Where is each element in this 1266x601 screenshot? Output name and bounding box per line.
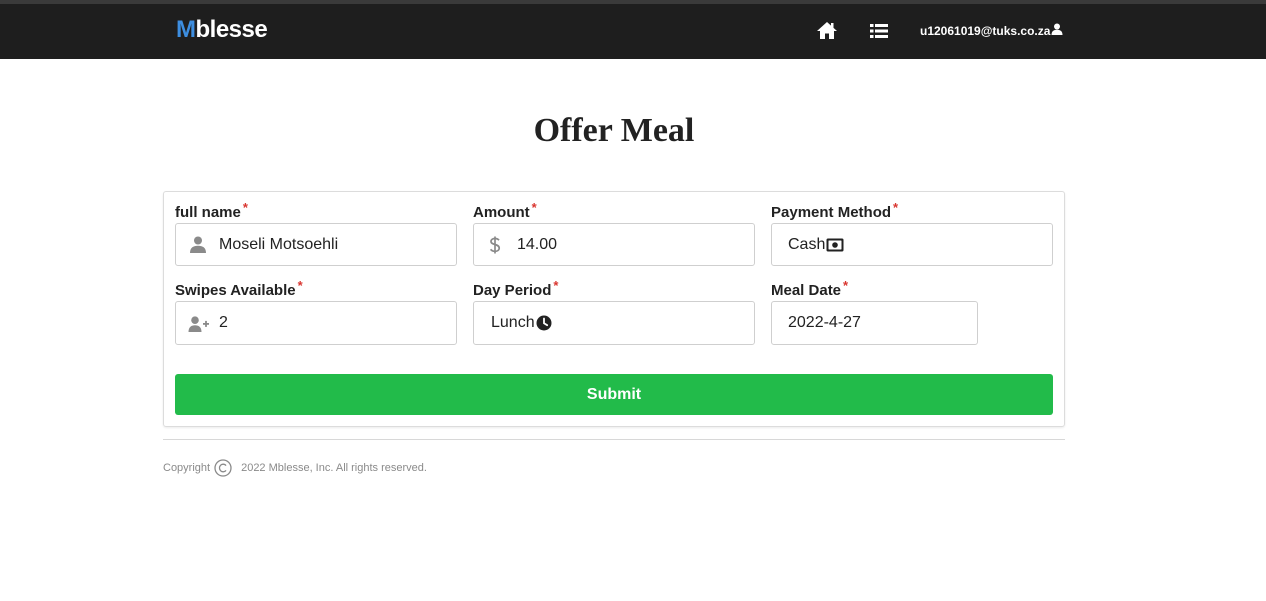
swipes-available-label-text: Swipes Available (175, 282, 296, 299)
copyright-label: Copyright (163, 462, 211, 474)
user-icon (189, 236, 207, 253)
clock-icon (536, 315, 552, 331)
amount-value: 14.00 (517, 235, 558, 253)
dollar-icon (489, 236, 501, 254)
required-marker: * (893, 200, 899, 215)
required-marker: * (553, 278, 559, 293)
page-title: Offer Meal (533, 112, 695, 149)
amount-label: Amount * (473, 200, 537, 221)
payment-method-value: Cash (788, 236, 844, 254)
full-name-field[interactable]: Moseli Motsoehli (175, 223, 457, 266)
day-period-field[interactable]: Lunch (473, 301, 755, 345)
submit-button[interactable]: Submit (175, 374, 1053, 415)
full-name-label-text: full name (175, 204, 241, 221)
amount-field[interactable]: 14.00 (473, 223, 755, 266)
meal-date-value: 2022-4-27 (788, 314, 861, 331)
navbar: Mblesse u12061019@tuks.co.za (0, 4, 1266, 59)
footer-divider (163, 439, 1065, 440)
payment-method-field[interactable]: Cash (771, 223, 1053, 266)
day-period-value: Lunch (491, 314, 552, 332)
payment-method-text: Cash (788, 235, 826, 253)
required-marker: * (297, 278, 303, 293)
brand-initial: M (176, 16, 196, 43)
swipes-available-label: Swipes Available * (175, 278, 303, 299)
user-account-link[interactable]: u12061019@tuks.co.za (920, 23, 1063, 38)
user-icon (1051, 23, 1063, 38)
meal-date-field[interactable]: 2022-4-27 (771, 301, 978, 345)
footer: Copyright 2022 Mblesse, Inc. All rights … (163, 459, 427, 477)
required-marker: * (242, 200, 248, 215)
meal-date-label: Meal Date * (771, 278, 848, 299)
home-icon[interactable] (816, 20, 838, 42)
copyright-icon (214, 459, 232, 477)
swipes-available-value: 2 (219, 314, 228, 331)
user-plus-icon (188, 316, 210, 332)
copyright-text: 2022 Mblesse, Inc. All rights reserved. (241, 462, 427, 474)
required-marker: * (531, 200, 537, 215)
payment-method-label-text: Payment Method (771, 204, 892, 221)
day-period-label-text: Day Period (473, 282, 552, 299)
meal-date-label-text: Meal Date (771, 282, 842, 299)
amount-label-text: Amount (473, 204, 530, 221)
money-bill-icon (826, 238, 844, 252)
brand-logo[interactable]: Mblesse (176, 16, 268, 44)
user-email: u12061019@tuks.co.za (920, 23, 1051, 38)
full-name-value: Moseli Motsoehli (219, 235, 339, 253)
list-icon[interactable] (868, 20, 890, 42)
full-name-label: full name * (175, 200, 248, 221)
brand-name: blesse (195, 16, 268, 43)
day-period-text: Lunch (491, 314, 535, 331)
required-marker: * (843, 278, 849, 293)
swipes-available-field[interactable]: 2 (175, 301, 457, 345)
payment-method-label: Payment Method * (771, 200, 898, 221)
day-period-label: Day Period * (473, 278, 558, 299)
